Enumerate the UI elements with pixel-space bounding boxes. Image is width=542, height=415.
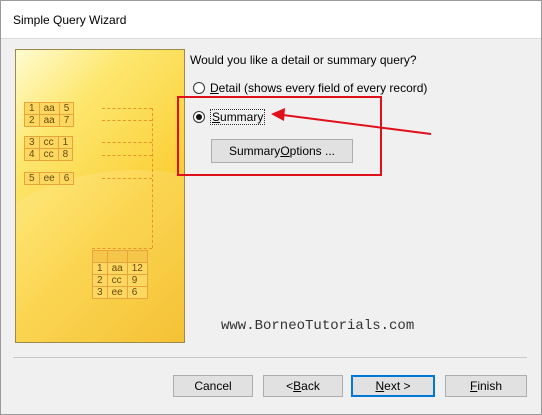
detail-radio[interactable]: [193, 82, 205, 94]
detail-radio-label: Detail (shows every field of every recor…: [210, 81, 428, 95]
cell: 8: [57, 148, 74, 161]
connector-line: [152, 108, 153, 248]
watermark-text: www.BorneoTutorials.com: [221, 318, 415, 334]
table-row: 1 aa 12: [92, 262, 148, 275]
connector-line: [102, 142, 152, 143]
table-row: 3 ee 6: [92, 286, 148, 299]
cell: [92, 250, 108, 263]
table-row: 5 ee 6: [24, 172, 75, 185]
next-button[interactable]: Next >: [351, 375, 435, 397]
cell: 2: [92, 274, 108, 287]
cell: 3: [24, 136, 40, 149]
table-row: 2 cc 9: [92, 274, 148, 287]
table-row: 1 aa 5: [24, 102, 75, 115]
detail-radio-option[interactable]: Detail (shows every field of every recor…: [193, 81, 427, 95]
finish-button[interactable]: Finish: [445, 375, 527, 397]
arrow-head: [271, 108, 285, 121]
footer-divider: [13, 357, 527, 358]
cell: 5: [24, 172, 40, 185]
cell: 6: [58, 172, 75, 185]
cell: ee: [38, 172, 60, 185]
cancel-button[interactable]: Cancel: [173, 375, 253, 397]
wizard-window: Simple Query Wizard 1 aa 5 2 aa 7 3 cc 1: [0, 0, 542, 415]
source-table-group-e: 5 ee 6: [24, 172, 75, 185]
cell: 12: [126, 262, 148, 275]
annotation-arrow: [271, 108, 432, 135]
summary-result-table: 1 aa 12 2 cc 9 3 ee 6: [92, 250, 148, 299]
cell: 2: [24, 114, 40, 127]
arrow-shaft: [282, 114, 432, 135]
cell: [126, 250, 148, 263]
cell: 5: [58, 102, 75, 115]
connector-line: [92, 248, 152, 249]
connector-line: [102, 108, 152, 109]
query-type-question: Would you like a detail or summary query…: [190, 53, 417, 67]
cell: 1: [24, 102, 40, 115]
cell: aa: [38, 114, 60, 127]
window-title: Simple Query Wizard: [13, 13, 127, 27]
cell: 1: [57, 136, 74, 149]
table-row: 3 cc 1: [24, 136, 74, 149]
cell: [106, 250, 128, 263]
cell: cc: [106, 274, 128, 287]
table-row: 4 cc 8: [24, 148, 74, 161]
cell: 3: [92, 286, 108, 299]
cell: aa: [38, 102, 60, 115]
table-row: 2 aa 7: [24, 114, 75, 127]
connector-line: [102, 178, 152, 179]
cell: cc: [38, 148, 59, 161]
title-bar: Simple Query Wizard: [1, 1, 541, 38]
cell: 4: [24, 148, 40, 161]
cell: 7: [58, 114, 75, 127]
connector-line: [102, 155, 152, 156]
connector-line: [102, 120, 152, 121]
cell: 1: [92, 262, 108, 275]
cell: aa: [106, 262, 128, 275]
back-button[interactable]: < Back: [263, 375, 343, 397]
cell: cc: [38, 136, 59, 149]
cell: 6: [126, 286, 148, 299]
summary-illustration: 1 aa 5 2 aa 7 3 cc 1 4 cc 8 5 ee 6 1 aa …: [15, 49, 185, 343]
source-table-group-c: 3 cc 1 4 cc 8: [24, 136, 74, 161]
cell: ee: [106, 286, 128, 299]
table-row: [92, 250, 148, 263]
source-table-group-a: 1 aa 5 2 aa 7: [24, 102, 75, 127]
cell: 9: [126, 274, 148, 287]
